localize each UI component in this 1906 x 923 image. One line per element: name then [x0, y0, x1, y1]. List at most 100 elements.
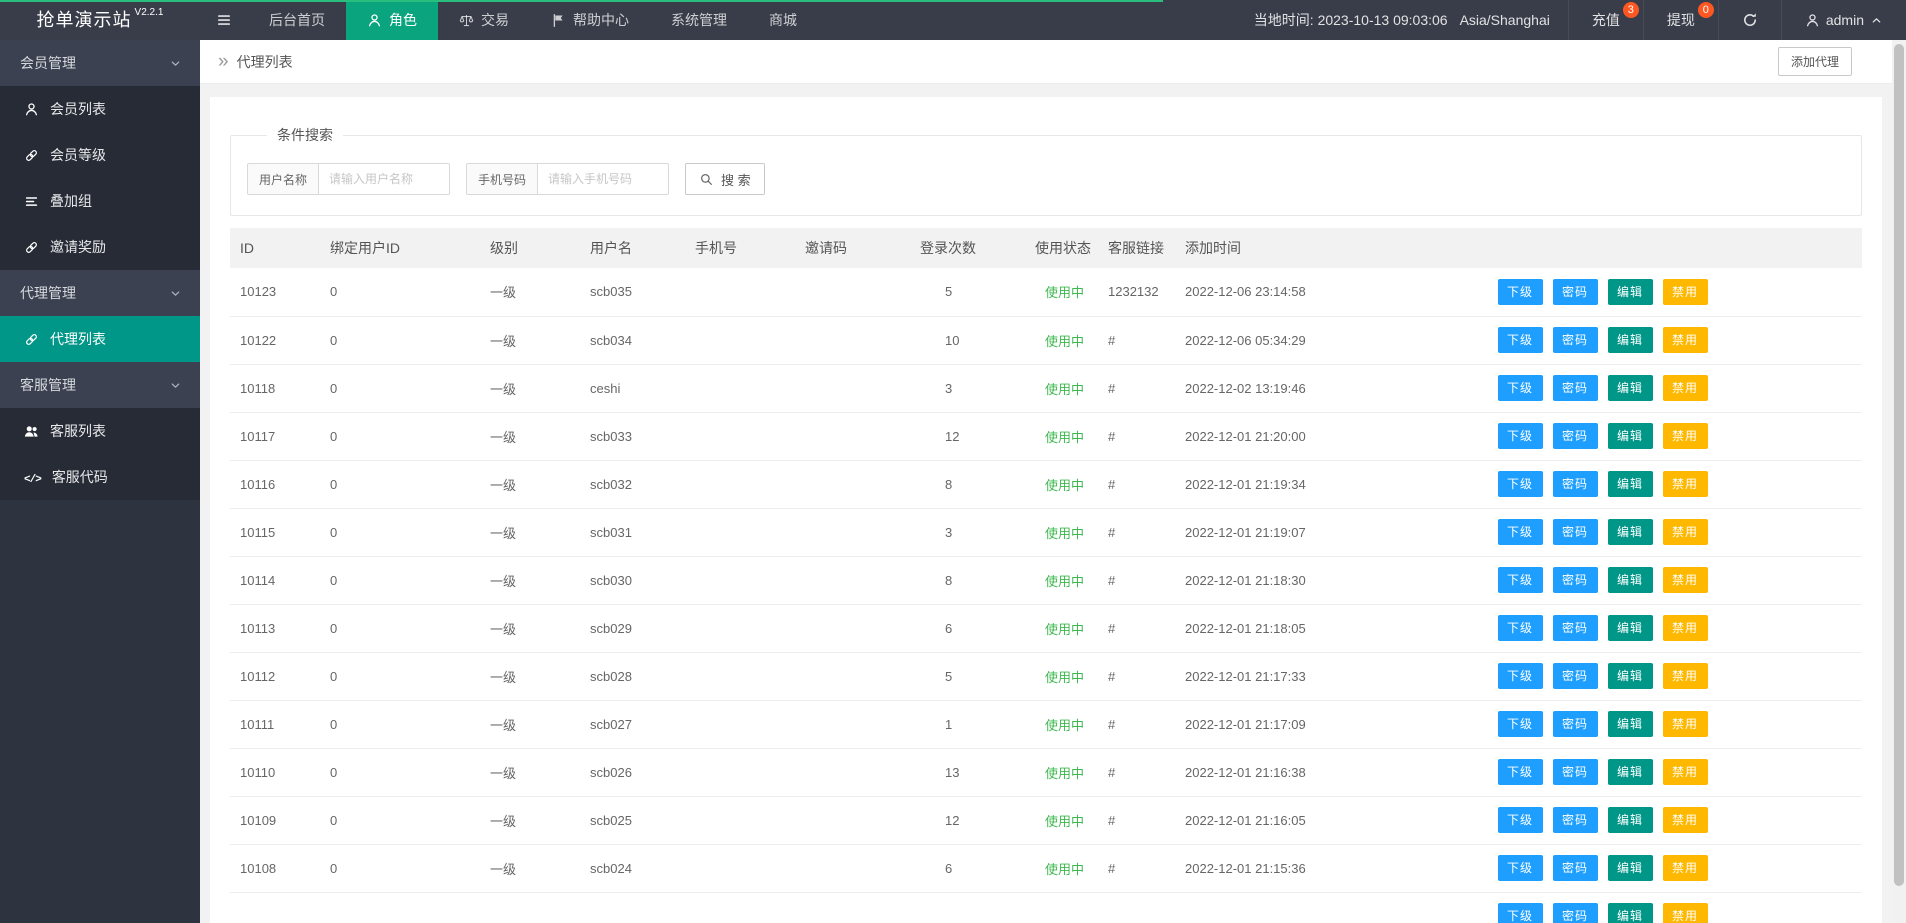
refresh-button[interactable] — [1717, 0, 1781, 40]
nav-item-help-center[interactable]: 帮助中心 — [530, 0, 650, 40]
subordinate-button[interactable]: 下级 — [1497, 855, 1543, 881]
disable-button[interactable]: 禁用 — [1662, 375, 1708, 401]
disable-button[interactable]: 禁用 — [1662, 615, 1708, 641]
recharge-button[interactable]: 充值 3 — [1567, 0, 1643, 40]
table-row: 10117 0 一级 scb033 12 使用中 #2022-12-01 21:20:00 下… — [230, 412, 1862, 461]
edit-button[interactable]: 编辑 — [1607, 855, 1653, 881]
breadcrumb-chevrons-icon: » — [218, 51, 229, 72]
disable-button[interactable]: 禁用 — [1662, 855, 1708, 881]
timezone: Asia/Shanghai — [1459, 12, 1550, 28]
menu-toggle-button[interactable] — [200, 0, 248, 40]
sidebar-item-member-list[interactable]: 会员列表 — [0, 86, 200, 132]
password-button[interactable]: 密码 — [1552, 567, 1598, 593]
password-button[interactable]: 密码 — [1552, 711, 1598, 737]
admin-menu[interactable]: admin — [1780, 0, 1906, 40]
subordinate-button[interactable]: 下级 — [1497, 711, 1543, 737]
nav-item-home[interactable]: 后台首页 — [248, 0, 346, 40]
subordinate-button[interactable]: 下级 — [1497, 903, 1543, 923]
subordinate-button[interactable]: 下级 — [1497, 375, 1543, 401]
edit-button[interactable]: 编辑 — [1607, 471, 1653, 497]
edit-button[interactable]: 编辑 — [1607, 423, 1653, 449]
sidebar-item-stack-group[interactable]: 叠加组 — [0, 178, 200, 224]
sidebar-item-service-list[interactable]: 客服列表 — [0, 408, 200, 454]
disable-button[interactable]: 禁用 — [1662, 663, 1708, 689]
edit-button[interactable]: 编辑 — [1607, 327, 1653, 353]
nav-item-mall[interactable]: 商城 — [748, 0, 818, 40]
withdraw-button[interactable]: 提现 0 — [1642, 0, 1718, 40]
sidebar-group-service-management[interactable]: 客服管理 — [0, 362, 200, 408]
table-row: 10112 0 一级 scb028 5 使用中 #2022-12-01 21:17:33 下级… — [230, 652, 1862, 701]
disable-button[interactable]: 禁用 — [1662, 903, 1708, 923]
table-header-invite-code: 邀请码 — [795, 228, 910, 268]
sidebar-item-member-level[interactable]: 会员等级 — [0, 132, 200, 178]
subordinate-button[interactable]: 下级 — [1497, 759, 1543, 785]
password-button[interactable]: 密码 — [1552, 519, 1598, 545]
subordinate-button[interactable]: 下级 — [1497, 471, 1543, 497]
edit-button[interactable]: 编辑 — [1607, 663, 1653, 689]
cell-service-link: # — [1098, 604, 1175, 653]
cell-phone — [685, 556, 795, 605]
password-button[interactable]: 密码 — [1552, 759, 1598, 785]
phone-input[interactable] — [537, 163, 670, 195]
sidebar-group-agent-management[interactable]: 代理管理 — [0, 270, 200, 316]
password-button[interactable]: 密码 — [1552, 807, 1598, 833]
password-button[interactable]: 密码 — [1552, 663, 1598, 689]
edit-button[interactable]: 编辑 — [1607, 567, 1653, 593]
add-agent-button[interactable]: 添加代理 — [1777, 47, 1852, 76]
subordinate-button[interactable]: 下级 — [1497, 519, 1543, 545]
password-button[interactable]: 密码 — [1552, 903, 1598, 923]
vertical-scrollbar[interactable] — [1892, 40, 1906, 923]
disable-button[interactable]: 禁用 — [1662, 807, 1708, 833]
disable-button[interactable]: 禁用 — [1662, 567, 1708, 593]
edit-button[interactable]: 编辑 — [1607, 615, 1653, 641]
cell-username: scb029 — [580, 604, 685, 653]
edit-button[interactable]: 编辑 — [1607, 519, 1653, 545]
password-button[interactable]: 密码 — [1552, 855, 1598, 881]
search-button[interactable]: 搜 索 — [685, 163, 765, 195]
subordinate-button[interactable]: 下级 — [1497, 615, 1543, 641]
sidebar-item-invite-reward[interactable]: 邀请奖励 — [0, 224, 200, 270]
cell-actions: 下级 密码 编辑 禁用 — [1343, 556, 1862, 605]
cell-login-count: 3 — [910, 508, 1025, 557]
disable-button[interactable]: 禁用 — [1662, 471, 1708, 497]
disable-button[interactable]: 禁用 — [1662, 519, 1708, 545]
password-button[interactable]: 密码 — [1552, 423, 1598, 449]
cell-phone — [685, 460, 795, 509]
username-input[interactable] — [318, 163, 451, 195]
nav-item-system[interactable]: 系统管理 — [650, 0, 748, 40]
disable-button[interactable]: 禁用 — [1662, 759, 1708, 785]
password-button[interactable]: 密码 — [1552, 471, 1598, 497]
edit-button[interactable]: 编辑 — [1607, 759, 1653, 785]
sidebar-group-member-management[interactable]: 会员管理 — [0, 40, 200, 86]
edit-button[interactable]: 编辑 — [1607, 278, 1653, 305]
cell-service-link: # — [1098, 748, 1175, 797]
phone-input-group: 手机号码 — [466, 163, 670, 195]
nav-item-trade[interactable]: 交易 — [438, 0, 530, 40]
phone-field-label: 手机号码 — [466, 163, 538, 195]
disable-button[interactable]: 禁用 — [1662, 423, 1708, 449]
subordinate-button[interactable]: 下级 — [1497, 278, 1543, 305]
edit-button[interactable]: 编辑 — [1607, 903, 1653, 923]
password-button[interactable]: 密码 — [1552, 327, 1598, 353]
password-button[interactable]: 密码 — [1552, 615, 1598, 641]
cell-login-count: 6 — [910, 844, 1025, 893]
subordinate-button[interactable]: 下级 — [1497, 423, 1543, 449]
scrollbar-thumb[interactable] — [1894, 44, 1904, 886]
cell-invite-code — [795, 412, 910, 461]
subordinate-button[interactable]: 下级 — [1497, 567, 1543, 593]
subordinate-button[interactable]: 下级 — [1497, 327, 1543, 353]
password-button[interactable]: 密码 — [1552, 375, 1598, 401]
edit-button[interactable]: 编辑 — [1607, 807, 1653, 833]
sidebar-item-service-code[interactable]: </> 客服代码 — [0, 454, 200, 500]
edit-button[interactable]: 编辑 — [1607, 375, 1653, 401]
edit-button[interactable]: 编辑 — [1607, 711, 1653, 737]
subordinate-button[interactable]: 下级 — [1497, 663, 1543, 689]
cell-actions: 下级 密码 编辑 禁用 — [1343, 316, 1862, 365]
disable-button[interactable]: 禁用 — [1662, 278, 1708, 305]
disable-button[interactable]: 禁用 — [1662, 327, 1708, 353]
password-button[interactable]: 密码 — [1552, 278, 1598, 305]
subordinate-button[interactable]: 下级 — [1497, 807, 1543, 833]
nav-item-role[interactable]: 角色 — [346, 0, 438, 40]
sidebar-item-agent-list[interactable]: 代理列表 — [0, 316, 200, 362]
disable-button[interactable]: 禁用 — [1662, 711, 1708, 737]
